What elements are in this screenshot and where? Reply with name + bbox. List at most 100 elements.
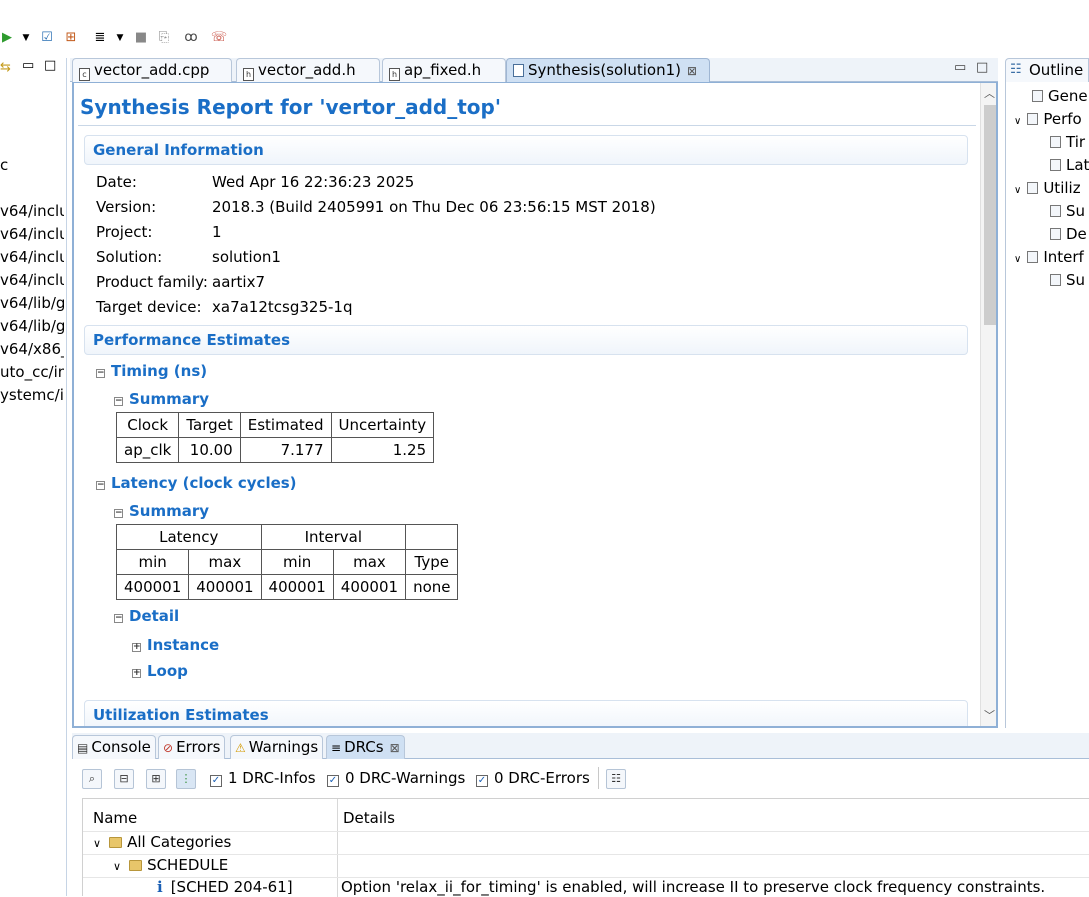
scroll-down-icon[interactable]: ﹀ bbox=[984, 707, 995, 723]
chevron-down-icon[interactable]: ∨ bbox=[1014, 185, 1021, 196]
tree-item[interactable]: v64/inclu bbox=[0, 271, 64, 289]
checkbox-icon[interactable]: ✓ bbox=[476, 775, 488, 787]
tree-item[interactable]: v64/lib/g bbox=[0, 317, 64, 335]
chat-icon[interactable]: ☏ bbox=[210, 30, 228, 46]
drc-toolbar: ⌕ ⊟ ⊞ ⋮ ✓ 1 DRC-Infos ✓ 0 DRC-Warnings ✓ 0 … bbox=[72, 759, 1089, 797]
chevron-down-icon[interactable]: ∨ bbox=[1014, 116, 1021, 127]
close-icon[interactable]: ⊠ bbox=[390, 737, 400, 759]
tree-view-icon[interactable]: ⋮ bbox=[176, 769, 196, 789]
tree-item[interactable]: v64/x86_ bbox=[0, 340, 64, 358]
vertical-scrollbar[interactable]: ︿ ﹀ bbox=[980, 83, 996, 726]
maximize-icon[interactable]: □ bbox=[976, 60, 988, 75]
expand-icon[interactable]: + bbox=[132, 669, 141, 678]
section-icon bbox=[1027, 182, 1039, 194]
tab-outline[interactable]: ☷ Outline bbox=[1005, 58, 1089, 82]
cpp-file-icon: c bbox=[79, 68, 90, 81]
glasses-icon[interactable]: ꝏ bbox=[182, 30, 200, 46]
tab-errors[interactable]: ⊘ Errors bbox=[158, 735, 226, 759]
tree-item[interactable]: v64/inclu bbox=[0, 202, 64, 220]
date-label: Date: bbox=[96, 173, 137, 191]
tree-label: All Categories bbox=[127, 833, 232, 851]
collapse-icon[interactable]: − bbox=[96, 481, 105, 490]
latency-section-toggle[interactable]: − Latency (clock cycles) bbox=[96, 474, 297, 492]
tab-console[interactable]: ▤ Console bbox=[72, 735, 156, 759]
latency-summary-toggle[interactable]: − Summary bbox=[114, 502, 209, 520]
tab-ap-fixed-h[interactable]: h ap_fixed.h bbox=[382, 58, 506, 82]
outline-item[interactable]: De bbox=[1050, 225, 1087, 243]
compare-icon[interactable]: ⎘ bbox=[156, 30, 172, 46]
sync-icon[interactable]: ⇆ bbox=[0, 60, 11, 75]
run-dropdown-icon[interactable]: ▼ bbox=[20, 30, 32, 46]
name-column-header[interactable]: Name bbox=[93, 809, 137, 827]
checkbox-icon[interactable]: ✓ bbox=[210, 775, 222, 787]
outline-item[interactable]: ∨ Perfo bbox=[1014, 110, 1082, 128]
instance-toggle[interactable]: + Instance bbox=[132, 636, 219, 654]
outline-panel: Gene ∨ Perfo Tir Lat ∨ Utiliz Su De ∨ Inter… bbox=[1005, 82, 1089, 728]
scrollbar-thumb[interactable] bbox=[984, 105, 996, 325]
outline-item[interactable]: Gene bbox=[1032, 87, 1088, 105]
utilization-estimates-header[interactable]: Utilization Estimates bbox=[84, 700, 968, 726]
timing-section-toggle[interactable]: − Timing (ns) bbox=[96, 362, 207, 380]
summary-heading: Summary bbox=[129, 390, 210, 408]
columns-icon[interactable]: ☷ bbox=[606, 769, 626, 789]
outline-item[interactable]: ∨ Interf bbox=[1014, 248, 1084, 266]
check-icon[interactable]: ☑ bbox=[40, 30, 54, 46]
divider bbox=[78, 125, 976, 126]
general-information-header[interactable]: General Information bbox=[84, 135, 968, 165]
tab-vector-add-cpp[interactable]: c vector_add.cpp bbox=[72, 58, 232, 82]
drc-errors-filter[interactable]: ✓ 0 DRC-Errors bbox=[476, 769, 590, 787]
table-cell: 10.00 bbox=[178, 437, 241, 463]
minimize-icon[interactable]: ▭ bbox=[22, 58, 34, 73]
expand-icon[interactable]: + bbox=[132, 643, 141, 652]
collapse-icon[interactable]: − bbox=[114, 397, 123, 406]
tree-item[interactable]: v64/inclu bbox=[0, 225, 64, 243]
tree-row-sched-204-61[interactable]: i [SCHED 204-61] bbox=[157, 878, 293, 896]
tree-item[interactable]: v64/lib/g bbox=[0, 294, 64, 312]
collapse-all-icon[interactable]: ⊟ bbox=[114, 769, 134, 789]
drc-icon: ≡ bbox=[331, 741, 342, 755]
detail-toggle[interactable]: − Detail bbox=[114, 607, 179, 625]
outline-item[interactable]: ∨ Utiliz bbox=[1014, 179, 1081, 197]
expand-all-icon[interactable]: ⊞ bbox=[146, 769, 166, 789]
tab-warnings[interactable]: ⚠ Warnings bbox=[230, 735, 324, 759]
minimize-icon[interactable]: ▭ bbox=[954, 60, 966, 75]
tab-drcs[interactable]: ≡ DRCs ⊠ bbox=[326, 735, 405, 759]
chevron-down-icon[interactable]: ∨ bbox=[1014, 254, 1021, 265]
run-icon[interactable]: ▶ bbox=[0, 30, 14, 46]
tree-row-all-categories[interactable]: ∨ All Categories bbox=[93, 833, 231, 851]
details-column-header[interactable]: Details bbox=[343, 809, 395, 827]
checkbox-icon[interactable]: ✓ bbox=[327, 775, 339, 787]
drc-warnings-filter[interactable]: ✓ 0 DRC-Warnings bbox=[327, 769, 465, 787]
performance-estimates-header[interactable]: Performance Estimates bbox=[84, 325, 968, 355]
tree-row-schedule[interactable]: ∨ SCHEDULE bbox=[113, 856, 228, 874]
stop-icon[interactable]: ■ bbox=[134, 30, 148, 46]
outline-item[interactable]: Su bbox=[1050, 202, 1085, 220]
timing-summary-toggle[interactable]: − Summary bbox=[114, 390, 209, 408]
collapse-icon[interactable]: − bbox=[96, 369, 105, 378]
tree-item[interactable]: c bbox=[0, 156, 64, 174]
tree-item[interactable]: uto_cc/in bbox=[0, 363, 64, 381]
timing-heading: Timing (ns) bbox=[111, 362, 208, 380]
tree-item[interactable]: ystemc/ir bbox=[0, 386, 64, 404]
chevron-down-icon[interactable]: ∨ bbox=[113, 860, 121, 873]
maximize-icon[interactable]: □ bbox=[44, 58, 56, 73]
tab-vector-add-h[interactable]: h vector_add.h bbox=[236, 58, 380, 82]
outline-item[interactable]: Lat bbox=[1050, 156, 1089, 174]
scroll-up-icon[interactable]: ︿ bbox=[984, 85, 995, 101]
collapse-icon[interactable]: − bbox=[114, 614, 123, 623]
chevron-down-icon[interactable]: ∨ bbox=[93, 837, 101, 850]
collapse-icon[interactable]: − bbox=[114, 509, 123, 518]
outline-item[interactable]: Su bbox=[1050, 271, 1085, 289]
grid-icon[interactable]: ⊞ bbox=[64, 30, 78, 46]
search-icon[interactable]: ⌕ bbox=[82, 769, 102, 789]
report-icon[interactable]: ≣ bbox=[92, 30, 108, 46]
loop-toggle[interactable]: + Loop bbox=[132, 662, 188, 680]
report-dropdown-icon[interactable]: ▼ bbox=[114, 30, 126, 46]
error-icon: ⊘ bbox=[163, 741, 174, 755]
drc-infos-filter[interactable]: ✓ 1 DRC-Infos bbox=[210, 769, 316, 787]
outline-item[interactable]: Tir bbox=[1050, 133, 1085, 151]
tab-synthesis-report[interactable]: Synthesis(solution1) ⊠ bbox=[506, 58, 710, 82]
tree-item[interactable]: v64/inclu bbox=[0, 248, 64, 266]
divider bbox=[83, 854, 1089, 855]
close-icon[interactable]: ⊠ bbox=[687, 60, 697, 82]
